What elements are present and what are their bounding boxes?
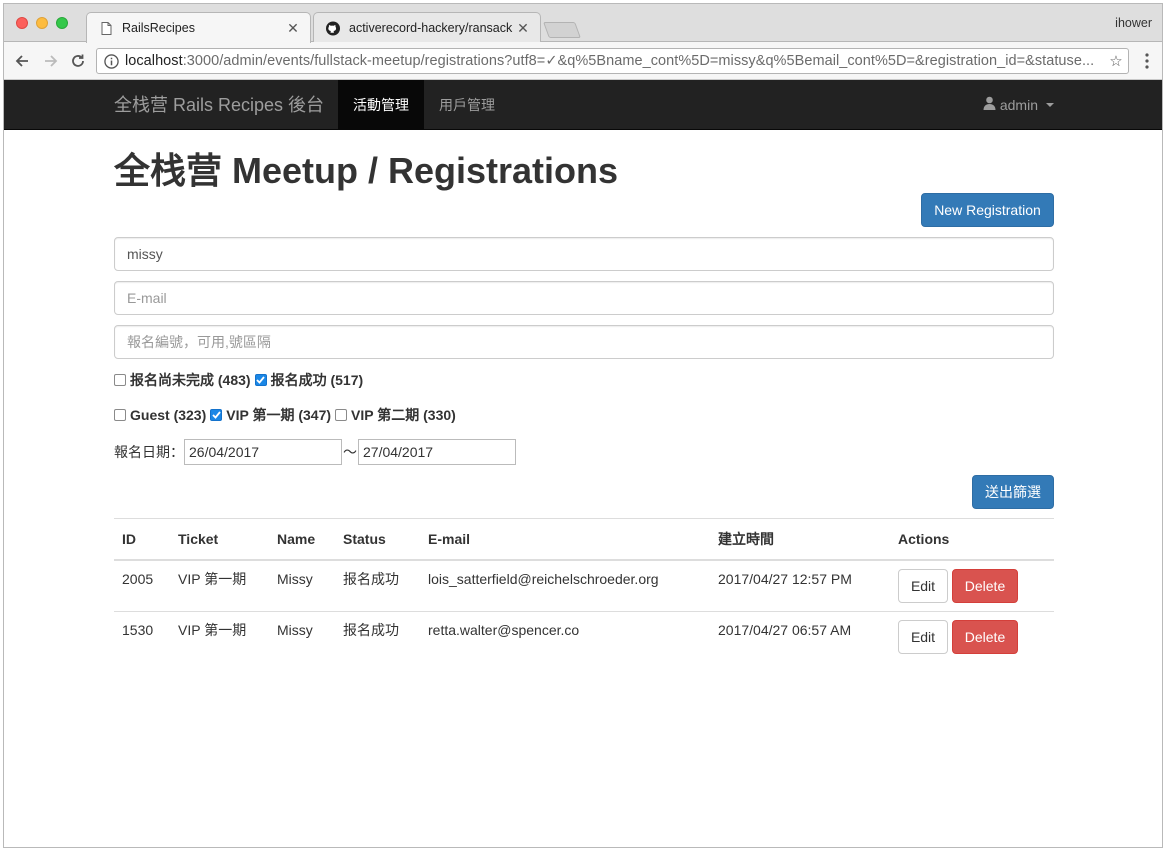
- browser-window: RailsRecipes ✕ activerecord-hackery/rans…: [3, 3, 1163, 848]
- table-header-row: ID Ticket Name Status E-mail 建立時間 Action…: [114, 518, 1054, 561]
- address-bar[interactable]: localhost:3000/admin/events/fullstack-me…: [96, 48, 1129, 74]
- ticket-vip1-checkbox[interactable]: [210, 409, 223, 421]
- nav-item-users[interactable]: 用戶管理: [424, 80, 510, 130]
- browser-profile-name[interactable]: ihower: [1115, 16, 1152, 30]
- user-dropdown[interactable]: admin: [983, 80, 1054, 130]
- status-filter-group: 报名尚未完成 (483) 报名成功 (517): [114, 370, 367, 390]
- delete-button[interactable]: Delete: [952, 569, 1018, 603]
- navbar-brand[interactable]: 全栈营 Rails Recipes 後台: [114, 80, 324, 130]
- column-header-ticket: Ticket: [170, 518, 269, 561]
- column-header-created: 建立時間: [710, 518, 890, 561]
- cell-created: 2017/04/27 12:57 PM: [710, 559, 890, 612]
- tab-label: RailsRecipes: [122, 21, 195, 35]
- browser-menu-icon[interactable]: [1144, 52, 1150, 70]
- ticket-guest-checkbox[interactable]: [114, 409, 126, 421]
- column-header-email: E-mail: [420, 518, 710, 561]
- cell-ticket: VIP 第一期: [170, 559, 269, 612]
- cell-id: 2005: [114, 559, 170, 612]
- cell-status: 报名成功: [335, 611, 420, 663]
- ticket-vip1-label: VIP 第一期 (347): [226, 407, 332, 423]
- edit-button[interactable]: Edit: [898, 620, 948, 654]
- new-registration-button[interactable]: New Registration: [921, 193, 1054, 227]
- nav-item-events[interactable]: 活動管理: [338, 80, 424, 130]
- email-search-input[interactable]: [114, 281, 1054, 315]
- reload-icon[interactable]: [68, 51, 88, 71]
- cell-actions: Edit Delete: [890, 559, 1054, 612]
- chevron-down-icon: [1046, 103, 1054, 107]
- column-header-name: Name: [269, 518, 335, 561]
- maximize-window-button[interactable]: [56, 17, 68, 29]
- page-icon: [99, 21, 113, 35]
- browser-tab-railsrecipes[interactable]: RailsRecipes ✕: [86, 12, 311, 43]
- cell-name: Missy: [269, 559, 335, 612]
- user-label: admin: [999, 97, 1038, 113]
- date-range-filter: 報名日期： ～: [114, 439, 516, 465]
- ticket-vip2-checkbox[interactable]: [335, 409, 348, 421]
- ticket-filter-group: Guest (323) VIP 第一期 (347) VIP 第二期 (330): [114, 405, 460, 425]
- cell-ticket: VIP 第一期: [170, 611, 269, 663]
- table-row: 1530 VIP 第一期 Missy 报名成功 retta.walter@spe…: [114, 611, 1054, 663]
- url-text: localhost:3000/admin/events/fullstack-me…: [125, 53, 1095, 69]
- app-navbar: 全栈营 Rails Recipes 後台 活動管理 用戶管理 admin: [4, 80, 1162, 130]
- cell-status: 报名成功: [335, 559, 420, 612]
- status-confirmed-checkbox[interactable]: [254, 374, 267, 386]
- registration-id-input[interactable]: [114, 325, 1054, 359]
- table-row: 2005 VIP 第一期 Missy 报名成功 lois_satterfield…: [114, 559, 1054, 612]
- status-pending-checkbox[interactable]: [114, 374, 126, 386]
- forward-arrow-icon[interactable]: [41, 51, 61, 71]
- close-window-button[interactable]: [16, 17, 28, 29]
- column-header-status: Status: [335, 518, 420, 561]
- column-header-actions: Actions: [890, 518, 1054, 561]
- user-icon: [983, 80, 996, 130]
- new-tab-button[interactable]: [543, 22, 581, 38]
- check-icon: [212, 411, 221, 419]
- cell-name: Missy: [269, 611, 335, 663]
- name-search-input[interactable]: [114, 237, 1054, 271]
- date-to-input[interactable]: [358, 439, 516, 465]
- date-range-label: 報名日期：: [114, 444, 184, 460]
- cell-id: 1530: [114, 611, 170, 663]
- ticket-vip2-label: VIP 第二期 (330): [351, 407, 456, 423]
- status-pending-label: 报名尚未完成 (483): [130, 372, 251, 388]
- close-tab-icon[interactable]: ✕: [286, 20, 300, 37]
- cell-actions: Edit Delete: [890, 611, 1054, 663]
- status-confirmed-label: 报名成功 (517): [270, 372, 364, 388]
- page-title: 全栈营 Meetup / Registrations: [114, 150, 619, 191]
- ticket-guest-label: Guest (323): [130, 407, 207, 423]
- browser-titlebar: RailsRecipes ✕ activerecord-hackery/rans…: [4, 4, 1162, 43]
- date-separator: ～: [343, 444, 357, 460]
- close-tab-icon[interactable]: ✕: [516, 20, 530, 37]
- registrations-table: ID Ticket Name Status E-mail 建立時間 Action…: [114, 518, 1054, 663]
- github-icon: [326, 21, 340, 35]
- tab-label: activerecord-hackery/ransack: [349, 21, 513, 35]
- browser-tab-ransack[interactable]: activerecord-hackery/ransack ✕: [313, 12, 541, 43]
- minimize-window-button[interactable]: [36, 17, 48, 29]
- edit-button[interactable]: Edit: [898, 569, 948, 603]
- column-header-id: ID: [114, 518, 170, 561]
- cell-created: 2017/04/27 06:57 AM: [710, 611, 890, 663]
- browser-toolbar: localhost:3000/admin/events/fullstack-me…: [4, 42, 1162, 80]
- date-from-input[interactable]: [184, 439, 342, 465]
- back-arrow-icon[interactable]: [12, 51, 32, 71]
- bookmark-star-icon[interactable]: ☆: [1104, 52, 1128, 70]
- delete-button[interactable]: Delete: [952, 620, 1018, 654]
- check-icon: [256, 376, 265, 384]
- submit-filter-button[interactable]: 送出篩選: [972, 475, 1054, 509]
- cell-email: lois_satterfield@reichelschroeder.org: [420, 559, 710, 612]
- cell-email: retta.walter@spencer.co: [420, 611, 710, 663]
- info-icon[interactable]: [97, 53, 125, 69]
